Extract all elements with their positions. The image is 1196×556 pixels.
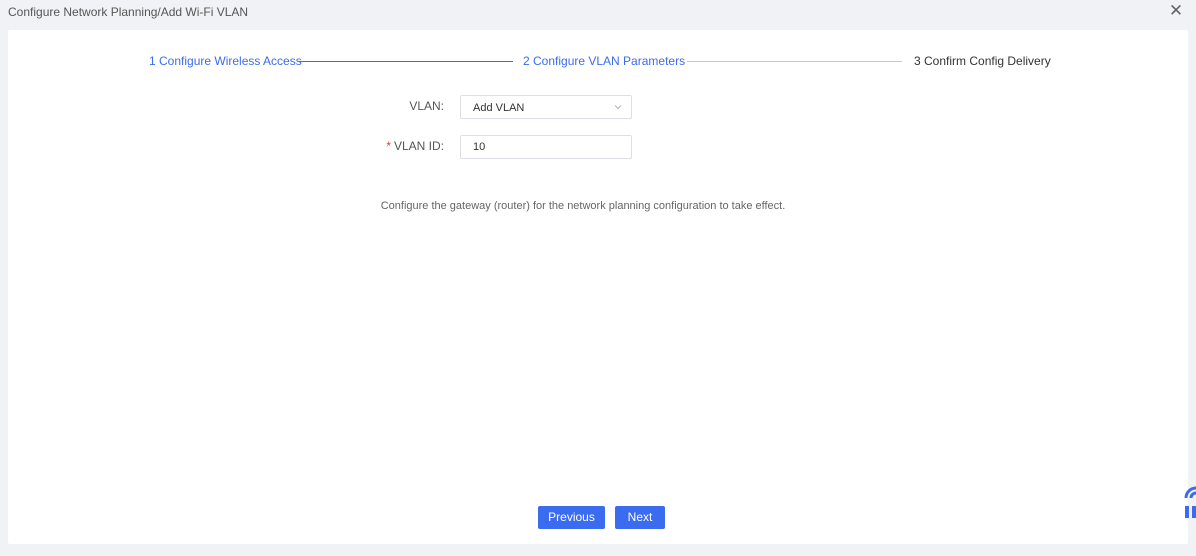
close-icon[interactable]: ✕ bbox=[1168, 2, 1184, 19]
vlan-row: VLAN: Add VLAN bbox=[8, 95, 1188, 119]
gateway-hint: Configure the gateway (router) for the n… bbox=[380, 200, 786, 212]
assistant-widget-icon[interactable] bbox=[1182, 484, 1196, 524]
step-configure-wireless-access[interactable]: 1 Configure Wireless Access bbox=[149, 54, 302, 68]
vlan-id-row: * VLAN ID: bbox=[8, 135, 1188, 159]
dialog-title: Configure Network Planning/Add Wi-Fi VLA… bbox=[8, 5, 249, 19]
wizard-panel: 1 Configure Wireless Access 2 Configure … bbox=[8, 30, 1188, 544]
step-confirm-config-delivery: 3 Confirm Config Delivery bbox=[914, 54, 1051, 68]
dialog-header: Configure Network Planning/Add Wi-Fi VLA… bbox=[0, 0, 1196, 28]
vlan-label: VLAN: bbox=[409, 99, 444, 113]
vlan-id-input[interactable] bbox=[460, 135, 632, 159]
required-mark: * bbox=[386, 139, 391, 153]
chevron-down-icon bbox=[614, 105, 622, 110]
wizard-actions: Previous Next bbox=[8, 506, 1188, 530]
vlan-id-label-wrap: * VLAN ID: bbox=[386, 139, 444, 153]
step-connector-2 bbox=[687, 61, 902, 62]
step-connector-1 bbox=[299, 61, 513, 62]
previous-button[interactable]: Previous bbox=[538, 506, 605, 529]
step-configure-vlan-parameters[interactable]: 2 Configure VLAN Parameters bbox=[523, 54, 685, 68]
vlan-select-value: Add VLAN bbox=[473, 102, 525, 114]
vlan-id-label: VLAN ID: bbox=[393, 139, 444, 153]
vlan-select[interactable]: Add VLAN bbox=[460, 95, 632, 119]
step-indicator: 1 Configure Wireless Access 2 Configure … bbox=[8, 54, 1188, 70]
next-button[interactable]: Next bbox=[615, 506, 665, 529]
